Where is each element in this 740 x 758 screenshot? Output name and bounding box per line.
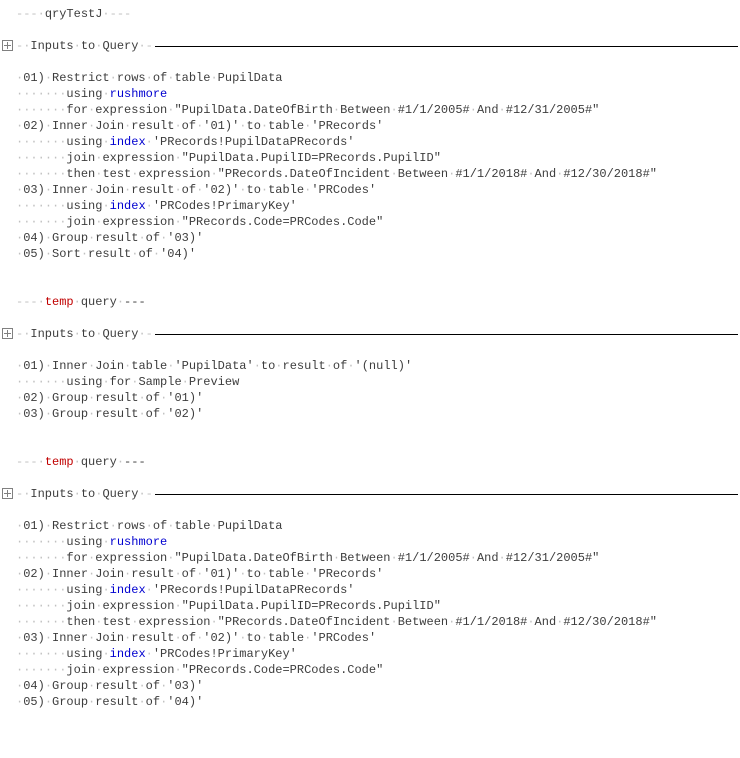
plan-step: ·03)·Group·result·of·'02)': [0, 406, 740, 422]
plan-step: ·05)·Group·result·of·'04)': [0, 694, 740, 710]
section-title-qrytestj: ---·qryTestJ·---: [0, 6, 740, 22]
horizontal-rule: [155, 494, 738, 495]
plan-step: ·······join·expression·"PupilData.PupilI…: [0, 150, 740, 166]
plan-step: ·······join·expression·"PupilData.PupilI…: [0, 598, 740, 614]
section-title-temp-1: ---·temp·query·---: [0, 294, 740, 310]
plan-step: ·······for·expression·"PupilData.DateOfB…: [0, 102, 740, 118]
plan-step: ·01)·Inner·Join·table·'PupilData'·to·res…: [0, 358, 740, 374]
plan-step: ·······then·test·expression·"PRecords.Da…: [0, 614, 740, 630]
plan-step: ·03)·Inner·Join·result·of·'02)'·to·table…: [0, 630, 740, 646]
section-header-inputs-1: -·Inputs·to·Query·-: [0, 38, 740, 54]
plan-step: ·······then·test·expression·"PRecords.Da…: [0, 166, 740, 182]
plan-step: ·······using·index·'PRecords!PupilDataPR…: [0, 582, 740, 598]
expand-toggle[interactable]: [0, 326, 16, 342]
horizontal-rule: [155, 334, 738, 335]
plus-box-icon: [2, 328, 13, 339]
plan-step: ·······join·expression·"PRecords.Code=PR…: [0, 214, 740, 230]
plan-step: ·03)·Inner·Join·result·of·'02)'·to·table…: [0, 182, 740, 198]
plan-step: ·01)·Restrict·rows·of·table·PupilData: [0, 70, 740, 86]
plan-step: ·02)·Group·result·of·'01)': [0, 390, 740, 406]
plan-step: ·······for·expression·"PupilData.DateOfB…: [0, 550, 740, 566]
section-header-inputs-2: -·Inputs·to·Query·-: [0, 326, 740, 342]
plan-step: ·······join·expression·"PRecords.Code=PR…: [0, 662, 740, 678]
section-header-inputs-3: -·Inputs·to·Query·-: [0, 486, 740, 502]
plan-step: ·02)·Inner·Join·result·of·'01)'·to·table…: [0, 566, 740, 582]
plan-step: ·······using·index·'PRCodes!PrimaryKey': [0, 646, 740, 662]
query-plan-document: ---·qryTestJ·--- -·Inputs·to·Query·- ·01…: [0, 0, 740, 730]
plan-step: ·······using·index·'PRecords!PupilDataPR…: [0, 134, 740, 150]
plus-box-icon: [2, 40, 13, 51]
expand-toggle[interactable]: [0, 38, 16, 54]
plan-step: ·······using·rushmore: [0, 86, 740, 102]
plan-step: ·04)·Group·result·of·'03)': [0, 678, 740, 694]
plan-step: ·······using·for·Sample·Preview: [0, 374, 740, 390]
plan-step: ·02)·Inner·Join·result·of·'01)'·to·table…: [0, 118, 740, 134]
section-title-temp-2: ---·temp·query·---: [0, 454, 740, 470]
plan-step: ·······using·index·'PRCodes!PrimaryKey': [0, 198, 740, 214]
plus-box-icon: [2, 488, 13, 499]
plan-step: ·04)·Group·result·of·'03)': [0, 230, 740, 246]
expand-toggle[interactable]: [0, 486, 16, 502]
plan-step: ·······using·rushmore: [0, 534, 740, 550]
horizontal-rule: [155, 46, 738, 47]
plan-step: ·05)·Sort·result·of·'04)': [0, 246, 740, 262]
plan-step: ·01)·Restrict·rows·of·table·PupilData: [0, 518, 740, 534]
